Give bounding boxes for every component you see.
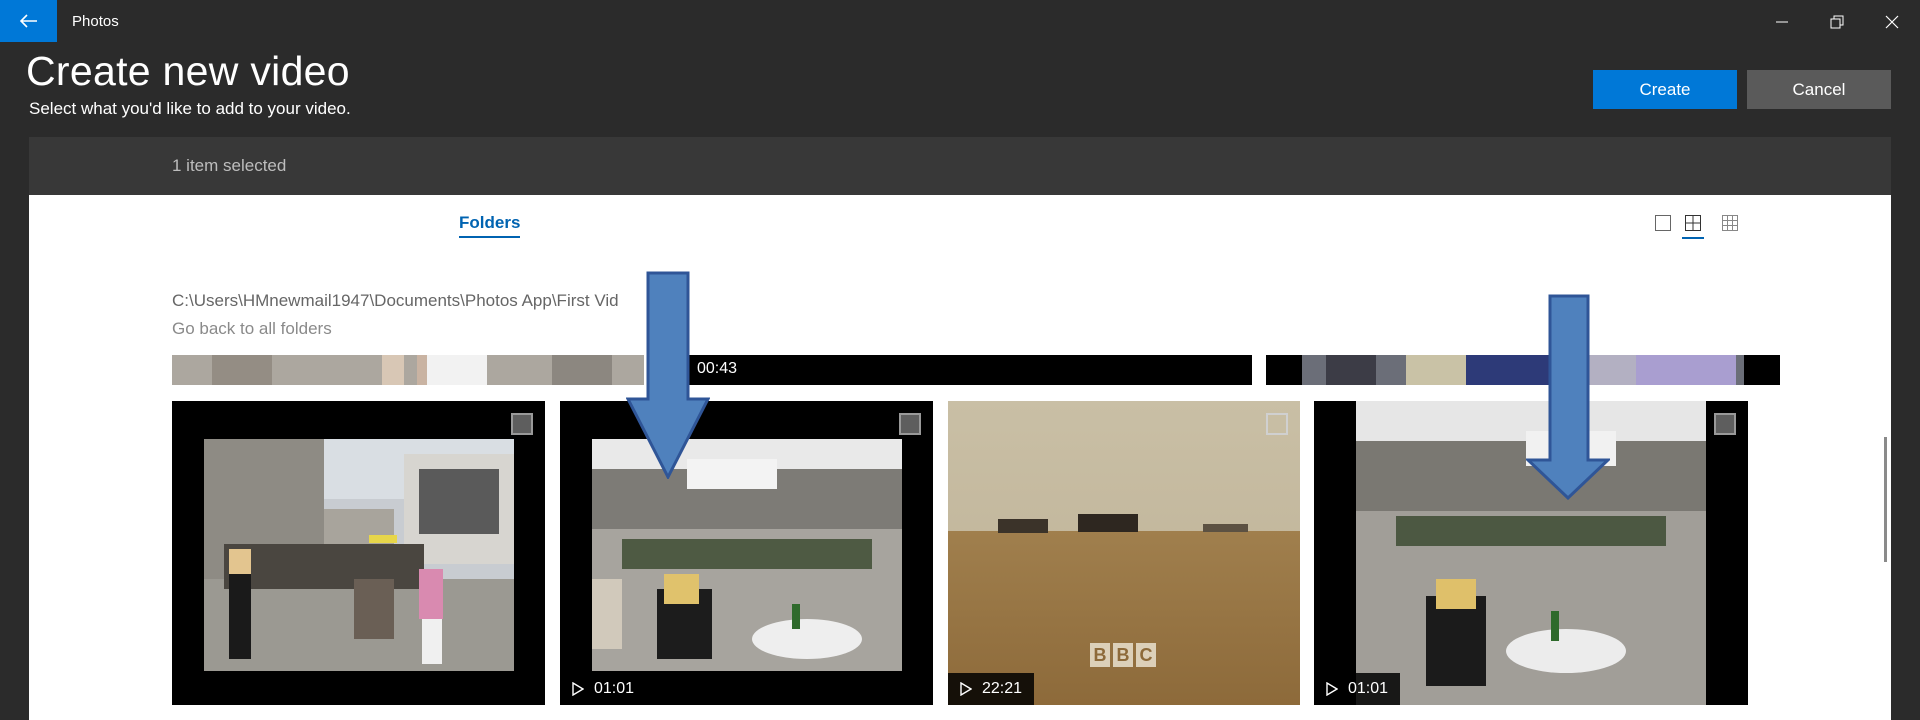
app-title: Photos xyxy=(72,13,119,30)
video-duration: 01:01 xyxy=(1348,680,1389,697)
selection-bar: 1 item selected xyxy=(29,137,1891,195)
restore-button[interactable] xyxy=(1817,8,1857,36)
view-medium-button[interactable] xyxy=(1682,212,1704,234)
back-button[interactable] xyxy=(0,0,57,42)
partial-thumbnail[interactable] xyxy=(172,355,644,385)
close-icon xyxy=(1885,15,1899,29)
thumbnail-image: B B C xyxy=(948,401,1300,705)
thumbnail-image xyxy=(1302,355,1744,385)
view-active-indicator xyxy=(1682,237,1704,239)
duration-badge: 01:01 xyxy=(560,673,647,705)
minimize-button[interactable] xyxy=(1762,8,1802,36)
view-large-button[interactable] xyxy=(1652,212,1674,234)
bbc-c: C xyxy=(1140,645,1153,665)
annotation-arrow xyxy=(626,271,710,479)
bbc-b1: B xyxy=(1094,645,1107,665)
restore-icon xyxy=(1830,15,1844,29)
duration-badge: 22:21 xyxy=(948,673,1035,705)
play-icon xyxy=(572,682,584,696)
close-button[interactable] xyxy=(1872,8,1912,36)
back-to-folders-link[interactable]: Go back to all folders xyxy=(172,319,332,339)
title-bar: Photos xyxy=(0,0,1920,44)
scrollbar-thumb[interactable] xyxy=(1884,437,1887,562)
page-subtitle: Select what you'd like to add to your vi… xyxy=(29,99,351,118)
back-arrow-icon xyxy=(19,14,37,28)
content-panel: Folders C:\Users\HMnewmail1947\Documents… xyxy=(29,195,1891,720)
view-medium-icon xyxy=(1685,215,1701,231)
view-large-icon xyxy=(1655,215,1671,231)
video-duration: 01:01 xyxy=(594,680,635,697)
bbc-b2: B xyxy=(1117,645,1130,665)
select-checkbox[interactable] xyxy=(511,413,533,435)
thumbnail-tile[interactable]: 01:01 xyxy=(560,401,933,705)
create-button[interactable]: Create xyxy=(1593,70,1737,109)
duration-badge: 01:01 xyxy=(1314,673,1401,705)
play-icon xyxy=(1326,682,1338,696)
minimize-icon xyxy=(1776,21,1788,23)
partial-thumbnail[interactable] xyxy=(1266,355,1780,385)
cancel-button[interactable]: Cancel xyxy=(1747,70,1891,109)
thumbnail-image xyxy=(172,355,644,385)
select-checkbox[interactable] xyxy=(1714,413,1736,435)
view-small-icon xyxy=(1722,215,1738,231)
tab-folders[interactable]: Folders xyxy=(459,213,521,238)
thumbnail-tile[interactable] xyxy=(172,401,545,705)
annotation-arrow xyxy=(1526,294,1610,500)
folder-path: C:\Users\HMnewmail1947\Documents\Photos … xyxy=(172,291,619,310)
play-icon xyxy=(960,682,972,696)
thumbnail-image xyxy=(204,439,514,671)
thumbnail-tile[interactable]: B B C 22:21 xyxy=(948,401,1300,705)
view-small-button[interactable] xyxy=(1719,212,1741,234)
partial-thumbnail[interactable] xyxy=(1037,355,1252,385)
selection-count: 1 item selected xyxy=(172,156,287,175)
video-duration: 22:21 xyxy=(982,680,1023,697)
page-title: Create new video xyxy=(26,48,350,94)
select-checkbox[interactable] xyxy=(1266,413,1288,435)
select-checkbox[interactable] xyxy=(899,413,921,435)
